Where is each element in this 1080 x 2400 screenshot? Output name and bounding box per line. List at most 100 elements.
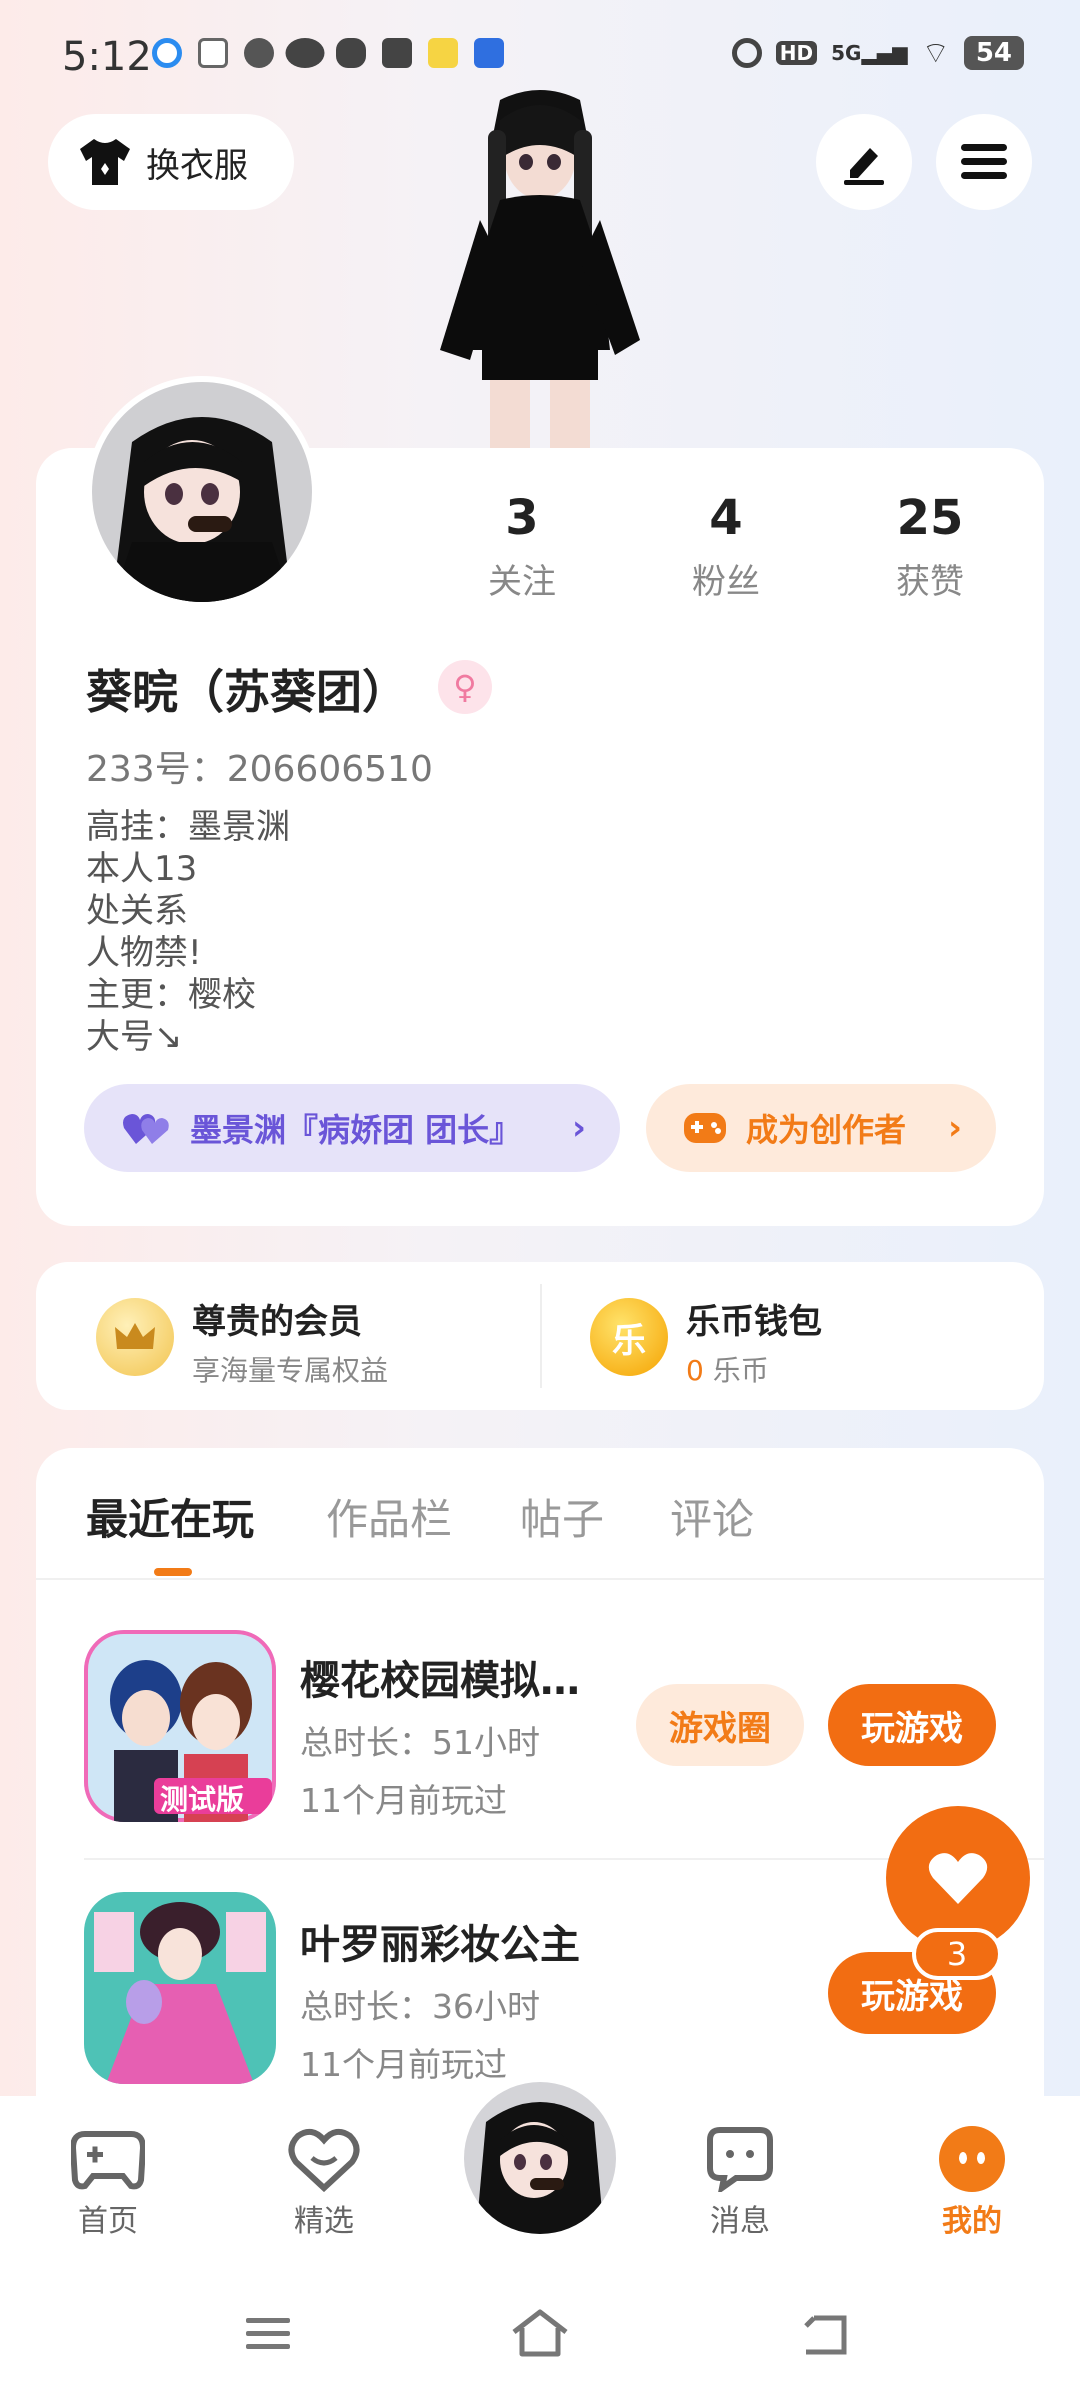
- center-avatar-button[interactable]: [456, 2074, 624, 2242]
- gamepad-icon: [684, 1113, 726, 1143]
- likes-label: 获赞: [896, 562, 964, 602]
- test-version-badge: 测试版: [160, 1783, 245, 1816]
- tshirt-icon: [80, 139, 130, 185]
- wallet-entry[interactable]: 乐币钱包 0 乐币: [686, 1294, 822, 1389]
- crown-icon: [96, 1298, 174, 1376]
- game-info-sakura[interactable]: 樱花校园模拟… 总时长：51小时 11个月前玩过: [300, 1648, 580, 1822]
- profile-face-icon: [939, 2126, 1005, 2192]
- user-id[interactable]: 233号：206606510: [86, 740, 433, 792]
- bio-line: 大号↘: [86, 1017, 183, 1057]
- likes-stat[interactable]: 25 获赞: [850, 490, 1010, 603]
- game-circle-button[interactable]: 游戏圈: [636, 1684, 804, 1766]
- recent-apps-icon[interactable]: [244, 2314, 292, 2354]
- bio-line: 人物禁!: [86, 933, 202, 973]
- game-icon-sakura[interactable]: 测试版: [84, 1630, 276, 1822]
- become-creator-label: 成为创作者: [746, 1111, 907, 1149]
- following-stat[interactable]: 3 关注: [442, 490, 602, 603]
- signal-icon: 5G▂▄▆: [831, 41, 908, 65]
- following-count: 3: [505, 490, 539, 546]
- chat-icon: [244, 38, 274, 68]
- following-label: 关注: [488, 562, 556, 602]
- chat-bubble-icon: [707, 2127, 773, 2192]
- system-nav-bar: [0, 2270, 1080, 2400]
- tab-comments[interactable]: 评论: [670, 1486, 754, 1547]
- app-blue-icon: [474, 38, 504, 68]
- game-duration: 总时长：36小时: [300, 1987, 540, 2026]
- heart-icon: [928, 1853, 988, 1904]
- avatar-image: [464, 2082, 616, 2234]
- status-time: 5:12: [62, 34, 152, 80]
- tab-posts[interactable]: 帖子: [520, 1486, 604, 1547]
- divider: [540, 1284, 542, 1388]
- wifi-icon: ⌔: [921, 36, 950, 71]
- member-subtitle: 享海量专属权益: [192, 1354, 389, 1387]
- nav-messages-label: 消息: [710, 2204, 770, 2239]
- bio-line: 高挂：墨景渊: [86, 807, 290, 847]
- group-button[interactable]: 墨景渊『病娇团 团长』 ›: [84, 1084, 620, 1172]
- bio-line: 本人13: [86, 849, 198, 889]
- home-icon[interactable]: [510, 2308, 570, 2358]
- username: 葵晥（苏葵团）: [86, 665, 408, 719]
- member-entry[interactable]: 尊贵的会员 享海量专属权益: [192, 1294, 388, 1389]
- change-outfit-label: 换衣服: [146, 145, 248, 186]
- group-label: 墨景渊『病娇团 团长』: [190, 1111, 522, 1149]
- followers-stat[interactable]: 4 粉丝: [646, 490, 806, 603]
- pencil-icon: [844, 148, 884, 185]
- game-duration: 总时长：51小时: [300, 1723, 540, 1762]
- back-icon[interactable]: [800, 2312, 848, 2356]
- nav-featured-label: 精选: [294, 2204, 354, 2239]
- active-tab-indicator: [154, 1568, 192, 1576]
- followers-count: 4: [709, 490, 743, 546]
- tab-divider: [36, 1578, 1044, 1580]
- network-type: 5G: [831, 41, 862, 65]
- status-right: HD 5G▂▄▆ ⌔ 54: [731, 34, 1024, 72]
- wallet-unit: 乐币: [712, 1354, 769, 1387]
- wallet-title: 乐币钱包: [686, 1302, 822, 1342]
- gamepad-icon: [71, 2131, 145, 2190]
- edit-profile-button[interactable]: [816, 114, 912, 210]
- le-coin-icon: 乐: [590, 1298, 668, 1376]
- likes-count: 25: [896, 490, 964, 546]
- chevron-right-icon: ›: [947, 1108, 962, 1148]
- nav-featured[interactable]: 精选: [264, 2122, 384, 2240]
- hamburger-icon: [961, 144, 1007, 179]
- avatar-image: [92, 382, 312, 602]
- chevron-right-icon: ›: [571, 1108, 586, 1148]
- crown-shape: [115, 1323, 155, 1349]
- character-avatar-figure[interactable]: [410, 90, 670, 450]
- planet-icon: [285, 38, 325, 68]
- become-creator-button[interactable]: 成为创作者 ›: [646, 1084, 996, 1172]
- nav-me[interactable]: 我的: [912, 2122, 1032, 2240]
- profile-avatar[interactable]: [86, 376, 318, 608]
- play-game-button[interactable]: 玩游戏: [828, 1684, 996, 1766]
- bio-line: 主更：樱校: [86, 975, 256, 1015]
- change-outfit-button[interactable]: 换衣服: [48, 114, 294, 210]
- browser-icon: [152, 38, 182, 68]
- game-title: 叶罗丽彩妆公主: [300, 1922, 580, 1968]
- hd-icon: HD: [775, 41, 818, 65]
- bio: 高挂：墨景渊 本人13 处关系 人物禁! 主更：樱校 大号↘: [86, 806, 290, 1058]
- heart-count-badge: 3: [912, 1928, 1002, 1980]
- tab-works[interactable]: 作品栏: [326, 1486, 452, 1547]
- nav-home-label: 首页: [78, 2204, 138, 2239]
- heart-outline-icon: [288, 2128, 360, 2192]
- app-100-icon: [428, 38, 458, 68]
- battery-indicator: 54: [963, 36, 1024, 70]
- nav-me-label: 我的: [942, 2204, 1002, 2239]
- game-icon-yeloli[interactable]: [84, 1892, 276, 2084]
- nav-messages[interactable]: 消息: [680, 2122, 800, 2240]
- female-gender-icon: ♀: [438, 660, 492, 714]
- nav-home[interactable]: 首页: [48, 2122, 168, 2240]
- game-title: 樱花校园模拟…: [300, 1658, 580, 1704]
- game-last-played: 11个月前玩过: [300, 1781, 507, 1820]
- tab-recently-played[interactable]: 最近在玩: [86, 1486, 254, 1547]
- wallet-amount: 0: [686, 1354, 704, 1387]
- wallet-balance: 0 乐币: [686, 1349, 822, 1389]
- document-icon: [198, 38, 228, 68]
- game-info-yeloli[interactable]: 叶罗丽彩妆公主 总时长：36小时 11个月前玩过: [300, 1912, 580, 2086]
- double-heart-icon: [123, 1114, 169, 1144]
- bio-line: 处关系: [86, 891, 188, 931]
- menu-button[interactable]: [936, 114, 1032, 210]
- notification-icons: [152, 38, 504, 68]
- member-title: 尊贵的会员: [192, 1302, 362, 1342]
